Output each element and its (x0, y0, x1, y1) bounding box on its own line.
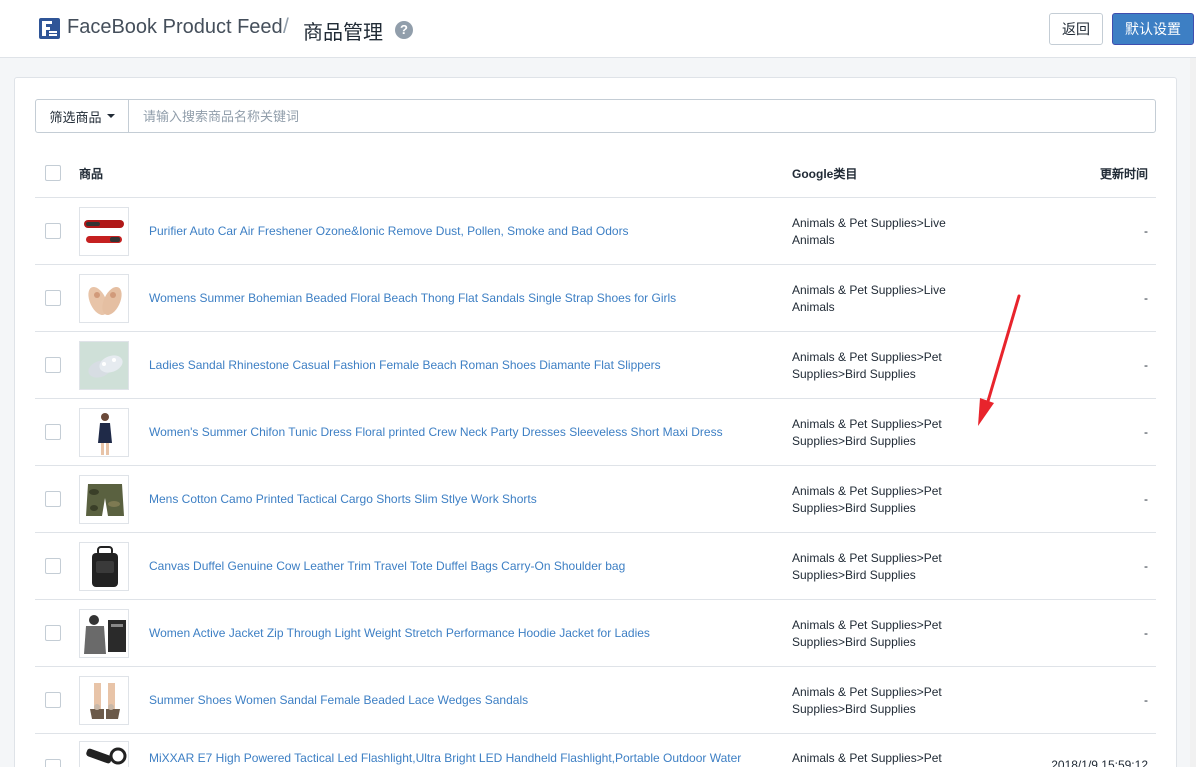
updated-time: - (1144, 224, 1148, 238)
caret-down-icon (106, 114, 115, 118)
google-category: Animals & Pet Supplies>Pet (792, 751, 942, 765)
product-thumbnail[interactable] (79, 475, 129, 524)
duffel-bag-image-icon (80, 543, 128, 590)
updated-time: - (1144, 693, 1148, 707)
updated-time: - (1144, 291, 1148, 305)
table-row: MiXXAR E7 High Powered Tactical Led Flas… (35, 734, 1156, 767)
wedge-sandals-image-icon (80, 677, 128, 724)
product-name-link[interactable]: Ladies Sandal Rhinestone Casual Fashion … (149, 358, 661, 372)
product-thumbnail[interactable] (79, 676, 129, 725)
google-category: Animals & Pet Supplies>Pet Supplies>Bird… (792, 551, 942, 582)
google-category: Animals & Pet Supplies>Pet Supplies>Bird… (792, 484, 942, 515)
filter-products-label: 筛选商品 (49, 109, 102, 125)
updated-time: - (1144, 358, 1148, 372)
breadcrumb-separator: / (283, 15, 289, 38)
search-input[interactable] (128, 99, 1156, 133)
product-thumbnail[interactable] (79, 341, 129, 390)
row-checkbox[interactable] (45, 692, 61, 708)
table-row: Purifier Auto Car Air Freshener Ozone&Io… (35, 198, 1156, 265)
row-checkbox[interactable] (45, 759, 61, 767)
google-category: Animals & Pet Supplies>Live Animals (792, 216, 946, 247)
product-thumbnail[interactable] (79, 274, 129, 323)
row-checkbox[interactable] (45, 491, 61, 507)
camo-shorts-image-icon (80, 476, 128, 523)
product-name-link[interactable]: Summer Shoes Women Sandal Female Beaded … (149, 693, 528, 707)
product-thumbnail[interactable] (79, 207, 129, 256)
updated-time: 2018/1/9 15:59:12 (1051, 758, 1148, 767)
updated-time: - (1144, 626, 1148, 640)
product-name-link[interactable]: Women Active Jacket Zip Through Light We… (149, 626, 650, 640)
table-row: Womens Summer Bohemian Beaded Floral Bea… (35, 265, 1156, 332)
updated-time: - (1144, 492, 1148, 506)
table-row: Women Active Jacket Zip Through Light We… (35, 600, 1156, 667)
product-name-link[interactable]: MiXXAR E7 High Powered Tactical Led Flas… (149, 751, 741, 765)
table-row: Mens Cotton Camo Printed Tactical Cargo … (35, 466, 1156, 533)
row-checkbox[interactable] (45, 223, 61, 239)
updated-time: - (1144, 559, 1148, 573)
filter-products-dropdown[interactable]: 筛选商品 (35, 99, 129, 133)
row-checkbox[interactable] (45, 625, 61, 641)
table-row: Women's Summer Chifon Tunic Dress Floral… (35, 399, 1156, 466)
column-header-updated-time: 更新时间 (1099, 167, 1148, 181)
top-bar: FaceBook Product Feed / 商品管理 ? 返回 默认设置 (0, 0, 1196, 58)
row-checkbox[interactable] (45, 357, 61, 373)
product-thumbnail[interactable] (79, 741, 129, 767)
product-thumbnail[interactable] (79, 609, 129, 658)
table-header: 商品 Google类目 更新时间 (35, 148, 1156, 198)
product-name-link[interactable]: Purifier Auto Car Air Freshener Ozone&Io… (149, 224, 629, 238)
select-all-checkbox[interactable] (45, 165, 61, 181)
product-list-card: 筛选商品 商品 Google类目 更新时间 Purifier Auto Car … (14, 77, 1177, 767)
table-row: Summer Shoes Women Sandal Female Beaded … (35, 667, 1156, 734)
product-thumbnail[interactable] (79, 542, 129, 591)
page-title: 商品管理 (303, 22, 383, 44)
default-settings-button[interactable]: 默认设置 (1112, 13, 1194, 45)
back-button[interactable]: 返回 (1049, 13, 1103, 45)
page-scrollbar[interactable] (1190, 58, 1196, 767)
air-purifier-image-icon (80, 208, 128, 255)
google-category: Animals & Pet Supplies>Pet Supplies>Bird… (792, 618, 942, 649)
product-thumbnail[interactable] (79, 408, 129, 457)
rhinestone-sandals-image-icon (80, 342, 128, 389)
table-row: Canvas Duffel Genuine Cow Leather Trim T… (35, 533, 1156, 600)
row-checkbox[interactable] (45, 290, 61, 306)
help-icon[interactable]: ? (395, 21, 413, 39)
google-category: Animals & Pet Supplies>Pet Supplies>Bird… (792, 417, 942, 448)
column-header-product: 商品 (79, 167, 104, 181)
column-header-google-category: Google类目 (792, 167, 858, 181)
row-checkbox[interactable] (45, 424, 61, 440)
google-category: Animals & Pet Supplies>Pet Supplies>Bird… (792, 350, 942, 381)
google-category: Animals & Pet Supplies>Live Animals (792, 283, 946, 314)
jacket-image-icon (80, 610, 128, 657)
product-name-link[interactable]: Canvas Duffel Genuine Cow Leather Trim T… (149, 559, 625, 573)
updated-time: - (1144, 425, 1148, 439)
dress-image-icon (80, 409, 128, 456)
sandals-image-icon (80, 275, 128, 322)
app-title: FaceBook Product Feed (67, 16, 283, 38)
product-name-link[interactable]: Womens Summer Bohemian Beaded Floral Bea… (149, 291, 676, 305)
table-row: Ladies Sandal Rhinestone Casual Fashion … (35, 332, 1156, 399)
google-category: Animals & Pet Supplies>Pet Supplies>Bird… (792, 685, 942, 716)
product-name-link[interactable]: Mens Cotton Camo Printed Tactical Cargo … (149, 492, 537, 506)
row-checkbox[interactable] (45, 558, 61, 574)
product-name-link[interactable]: Women's Summer Chifon Tunic Dress Floral… (149, 425, 723, 439)
flashlight-image-icon (80, 742, 128, 767)
facebook-feed-logo-icon (39, 18, 60, 39)
